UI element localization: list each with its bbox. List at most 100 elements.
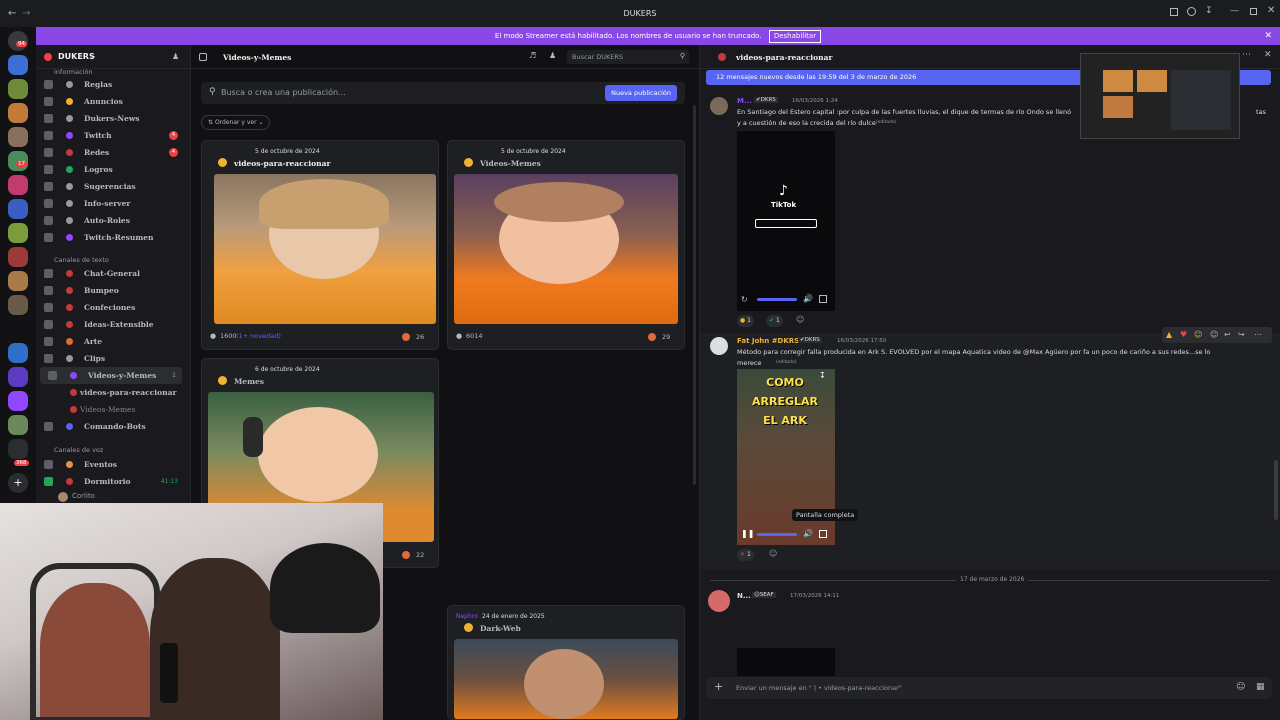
volume-icon[interactable]: 🔊 (803, 294, 813, 303)
sidebar-item[interactable]: Redes 4 (36, 144, 186, 161)
message-text: Método para corregir falla producida en … (737, 348, 1211, 356)
sidebar-item[interactable]: Videos-y-Memes 1 (40, 367, 182, 384)
forum-post-card[interactable]: Nephro 24 de enero de 2025 Dark-Web (447, 605, 685, 720)
server-icon-9[interactable] (8, 247, 28, 267)
video-embed[interactable]: ♪ TikTok ↻ 🔊 (737, 131, 835, 311)
chat-message[interactable]: M... ✔DKRS 16/03/2026 1:24 En Santiago d… (700, 93, 1280, 331)
server-icon-10[interactable] (8, 271, 28, 291)
sidebar-item[interactable]: Twitch 4 (36, 127, 186, 144)
sidebar-item[interactable]: Logros (36, 161, 186, 178)
progress-bar[interactable] (757, 533, 797, 536)
server-icon-11[interactable] (8, 295, 28, 315)
close-thread-icon[interactable]: ✕ (1264, 50, 1272, 60)
server-icon-6[interactable] (8, 175, 28, 195)
add-member-icon[interactable]: ♟ (172, 52, 179, 61)
smile-icon[interactable]: ☺ (1194, 327, 1202, 343)
sidebar-item[interactable]: Dukers-News (36, 110, 186, 127)
sidebar-item[interactable]: Arte (36, 333, 186, 350)
add-attachment-icon[interactable]: + (714, 680, 723, 693)
sidebar-item[interactable]: Sugerencias (36, 178, 186, 195)
sidebar-item[interactable]: Reglas (36, 76, 186, 93)
pause-icon[interactable]: ❚❚ (741, 529, 754, 538)
download-icon[interactable]: ↧ (819, 371, 826, 380)
category-info[interactable]: información (54, 68, 93, 76)
fullscreen-icon[interactable] (819, 530, 827, 538)
more-options-icon[interactable]: ⋯ (1242, 50, 1251, 60)
sidebar-item[interactable]: Chat-General (36, 265, 186, 282)
add-server-icon[interactable]: + (8, 473, 28, 493)
close-banner-icon[interactable]: ✕ (1264, 27, 1272, 45)
replay-icon[interactable]: ↻ (741, 295, 748, 304)
progress-bar[interactable] (757, 298, 797, 301)
inbox-icon[interactable] (1170, 8, 1178, 16)
server-icon-8[interactable] (8, 223, 28, 243)
category-text[interactable]: Canales de texto (54, 256, 109, 264)
channel-emoji-icon (66, 166, 73, 173)
sidebar-item[interactable]: Ideas-Extensible (36, 316, 186, 333)
webcam-overlay (0, 503, 383, 720)
category-voice[interactable]: Canales de voz (54, 446, 103, 454)
forum-post-card[interactable]: 5 de octubre de 2024 videos-para-reaccio… (201, 140, 439, 350)
add-reaction-icon[interactable]: ☺ (1210, 327, 1218, 343)
volume-icon[interactable]: 🔊 (803, 529, 813, 538)
mute-bell-icon[interactable]: ♬ (529, 51, 536, 60)
add-reaction-icon[interactable]: ☺ (769, 549, 777, 558)
server-icon-13[interactable] (8, 367, 28, 387)
maximize-icon[interactable] (1250, 8, 1257, 15)
sort-button[interactable]: ⇅ Ordenar y ver ⌄ (201, 115, 271, 130)
thumbs-up-icon[interactable]: ▲ (1166, 327, 1172, 343)
reaction-pill[interactable]: ✕ 1 (737, 549, 754, 561)
post-search-input[interactable]: ⚲ Busca o crea una publicación... Nueva … (201, 82, 685, 104)
help-icon[interactable] (1187, 7, 1196, 16)
chat-message[interactable]: N... ☺SEAF 17/03/2026 14:11 (700, 588, 1280, 676)
server-icon-4[interactable] (8, 127, 28, 147)
sidebar-item[interactable]: Twitch-Resumen (36, 229, 186, 246)
sidebar-item[interactable]: Confeciones (36, 299, 186, 316)
server-search-input[interactable]: Buscar DUKERS ⚲ (567, 50, 689, 64)
add-reaction-icon[interactable]: ☺ (796, 315, 804, 324)
server-icon-12[interactable] (8, 343, 28, 363)
chat-scrollbar[interactable] (1274, 460, 1278, 520)
new-post-button[interactable]: Nueva publicación (605, 85, 677, 101)
download-icon[interactable]: ↧ (1205, 6, 1213, 16)
sidebar-item[interactable]: Anuncios (36, 93, 186, 110)
emoji-picker-icon[interactable]: ☺ (1236, 682, 1245, 692)
sidebar-item[interactable]: Clips (36, 350, 186, 367)
forum-scrollbar[interactable] (693, 105, 696, 485)
message-input[interactable]: + Enviar un mensaje en " | • videos-para… (706, 677, 1272, 699)
reaction-pill[interactable]: ✔ 1 (766, 315, 783, 327)
channel-emoji-icon (70, 389, 77, 396)
more-icon[interactable]: ⋯ (1254, 327, 1262, 343)
voice-channel-eventos[interactable]: Eventos (36, 456, 186, 473)
server-icon-7[interactable] (8, 199, 28, 219)
forum-post-card[interactable]: 5 de octubre de 2024 Videos-Memes ● 6014… (447, 140, 685, 350)
heart-icon[interactable]: ♥ (1180, 327, 1187, 343)
server-icon-dukers[interactable] (8, 103, 28, 123)
server-icon-14[interactable] (8, 415, 28, 435)
reaction-pill[interactable]: ● 1 (737, 315, 754, 327)
members-icon[interactable]: ♟ (549, 51, 556, 60)
server-icon-twitch[interactable] (8, 391, 28, 411)
minimize-icon[interactable]: — (1230, 6, 1239, 16)
disable-streamer-button[interactable]: Deshabilitar (768, 30, 822, 43)
server-icon-1[interactable] (8, 55, 28, 75)
server-icon-15[interactable] (8, 439, 28, 459)
close-window-icon[interactable]: ✕ (1267, 5, 1275, 16)
sidebar-item[interactable]: videos-para-reaccionar (36, 384, 186, 401)
sidebar-item[interactable]: Auto-Roles (36, 212, 186, 229)
server-icon-2[interactable] (8, 79, 28, 99)
voice-channel-dormitorio[interactable]: Dormitorio 41:13 (36, 473, 186, 490)
sidebar-item[interactable]: Bumpeo (36, 282, 186, 299)
sidebar-item[interactable]: Info-server (36, 195, 186, 212)
sidebar-item[interactable]: Videos-Memes (36, 401, 186, 418)
fullscreen-icon[interactable] (819, 295, 827, 303)
sidebar-item[interactable]: Comando-Bots (36, 418, 186, 435)
server-header[interactable]: DUKERS ⌄ ♟ (36, 45, 190, 69)
video-embed[interactable] (737, 648, 835, 676)
reply-icon[interactable]: ↩ (1224, 327, 1231, 343)
apps-icon[interactable]: ▦ (1256, 682, 1265, 692)
video-link-icon[interactable] (755, 219, 817, 228)
chat-message[interactable]: Fat John #DKRS ✔DKRS 16/03/2026 17:50 Mé… (700, 327, 1280, 569)
forward-icon[interactable]: ↪ (1238, 327, 1245, 343)
post-date: 5 de octubre de 2024 (255, 148, 320, 155)
